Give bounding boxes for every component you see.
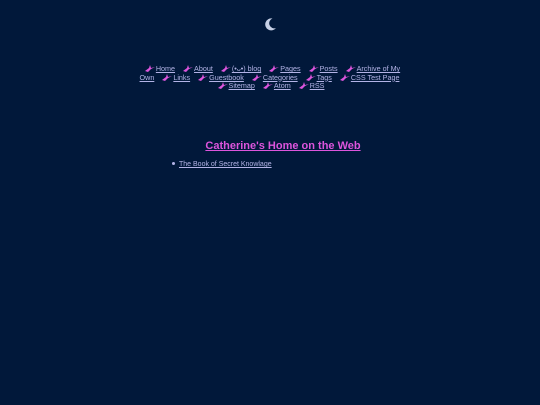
nav-link-sitemap[interactable]: Sitemap (217, 81, 255, 90)
nav-link-rss[interactable]: RSS (298, 81, 325, 90)
bird-icon (339, 73, 350, 81)
nav-link-label: Links (173, 72, 191, 82)
bird-icon (217, 82, 228, 89)
bullet-icon (172, 162, 175, 165)
bird-icon (298, 82, 309, 89)
bird-icon (183, 65, 194, 72)
nav-link-label: RSS (309, 81, 325, 90)
book-of-secret-knowlage-link[interactable]: The Book of Secret Knowlage (179, 161, 272, 168)
link-list: The Book of Secret Knowlage (172, 161, 272, 168)
nav-link-atom[interactable]: Atom (262, 81, 291, 90)
bird-icon (305, 73, 316, 81)
bird-icon (251, 73, 262, 81)
nav-link-css-test-page[interactable]: CSS Test Page (339, 72, 400, 82)
page-title: Catherine's Home on the Web (0, 140, 540, 152)
nav-link-label: CSS Test Page (350, 72, 400, 82)
page-title-link[interactable]: Catherine's Home on the Web (205, 140, 360, 152)
bird-icon (269, 65, 280, 72)
bird-icon (262, 82, 273, 89)
bird-icon (162, 73, 173, 81)
moon-icon (265, 18, 276, 31)
nav-link-label: Sitemap (228, 81, 255, 90)
bird-icon (345, 65, 356, 72)
bird-icon (308, 65, 319, 72)
bird-icon (220, 65, 231, 72)
nav-link-label: Atom (273, 81, 291, 90)
nav-link-links[interactable]: Links (162, 73, 190, 82)
bird-icon (198, 73, 209, 81)
nav-link-label: Home (155, 64, 176, 73)
main-navigation: Home About (•ᴗ•) blog Pages Posts Archiv… (137, 64, 405, 91)
bird-icon (144, 65, 155, 72)
list-item: The Book of Secret Knowlage (172, 161, 272, 168)
